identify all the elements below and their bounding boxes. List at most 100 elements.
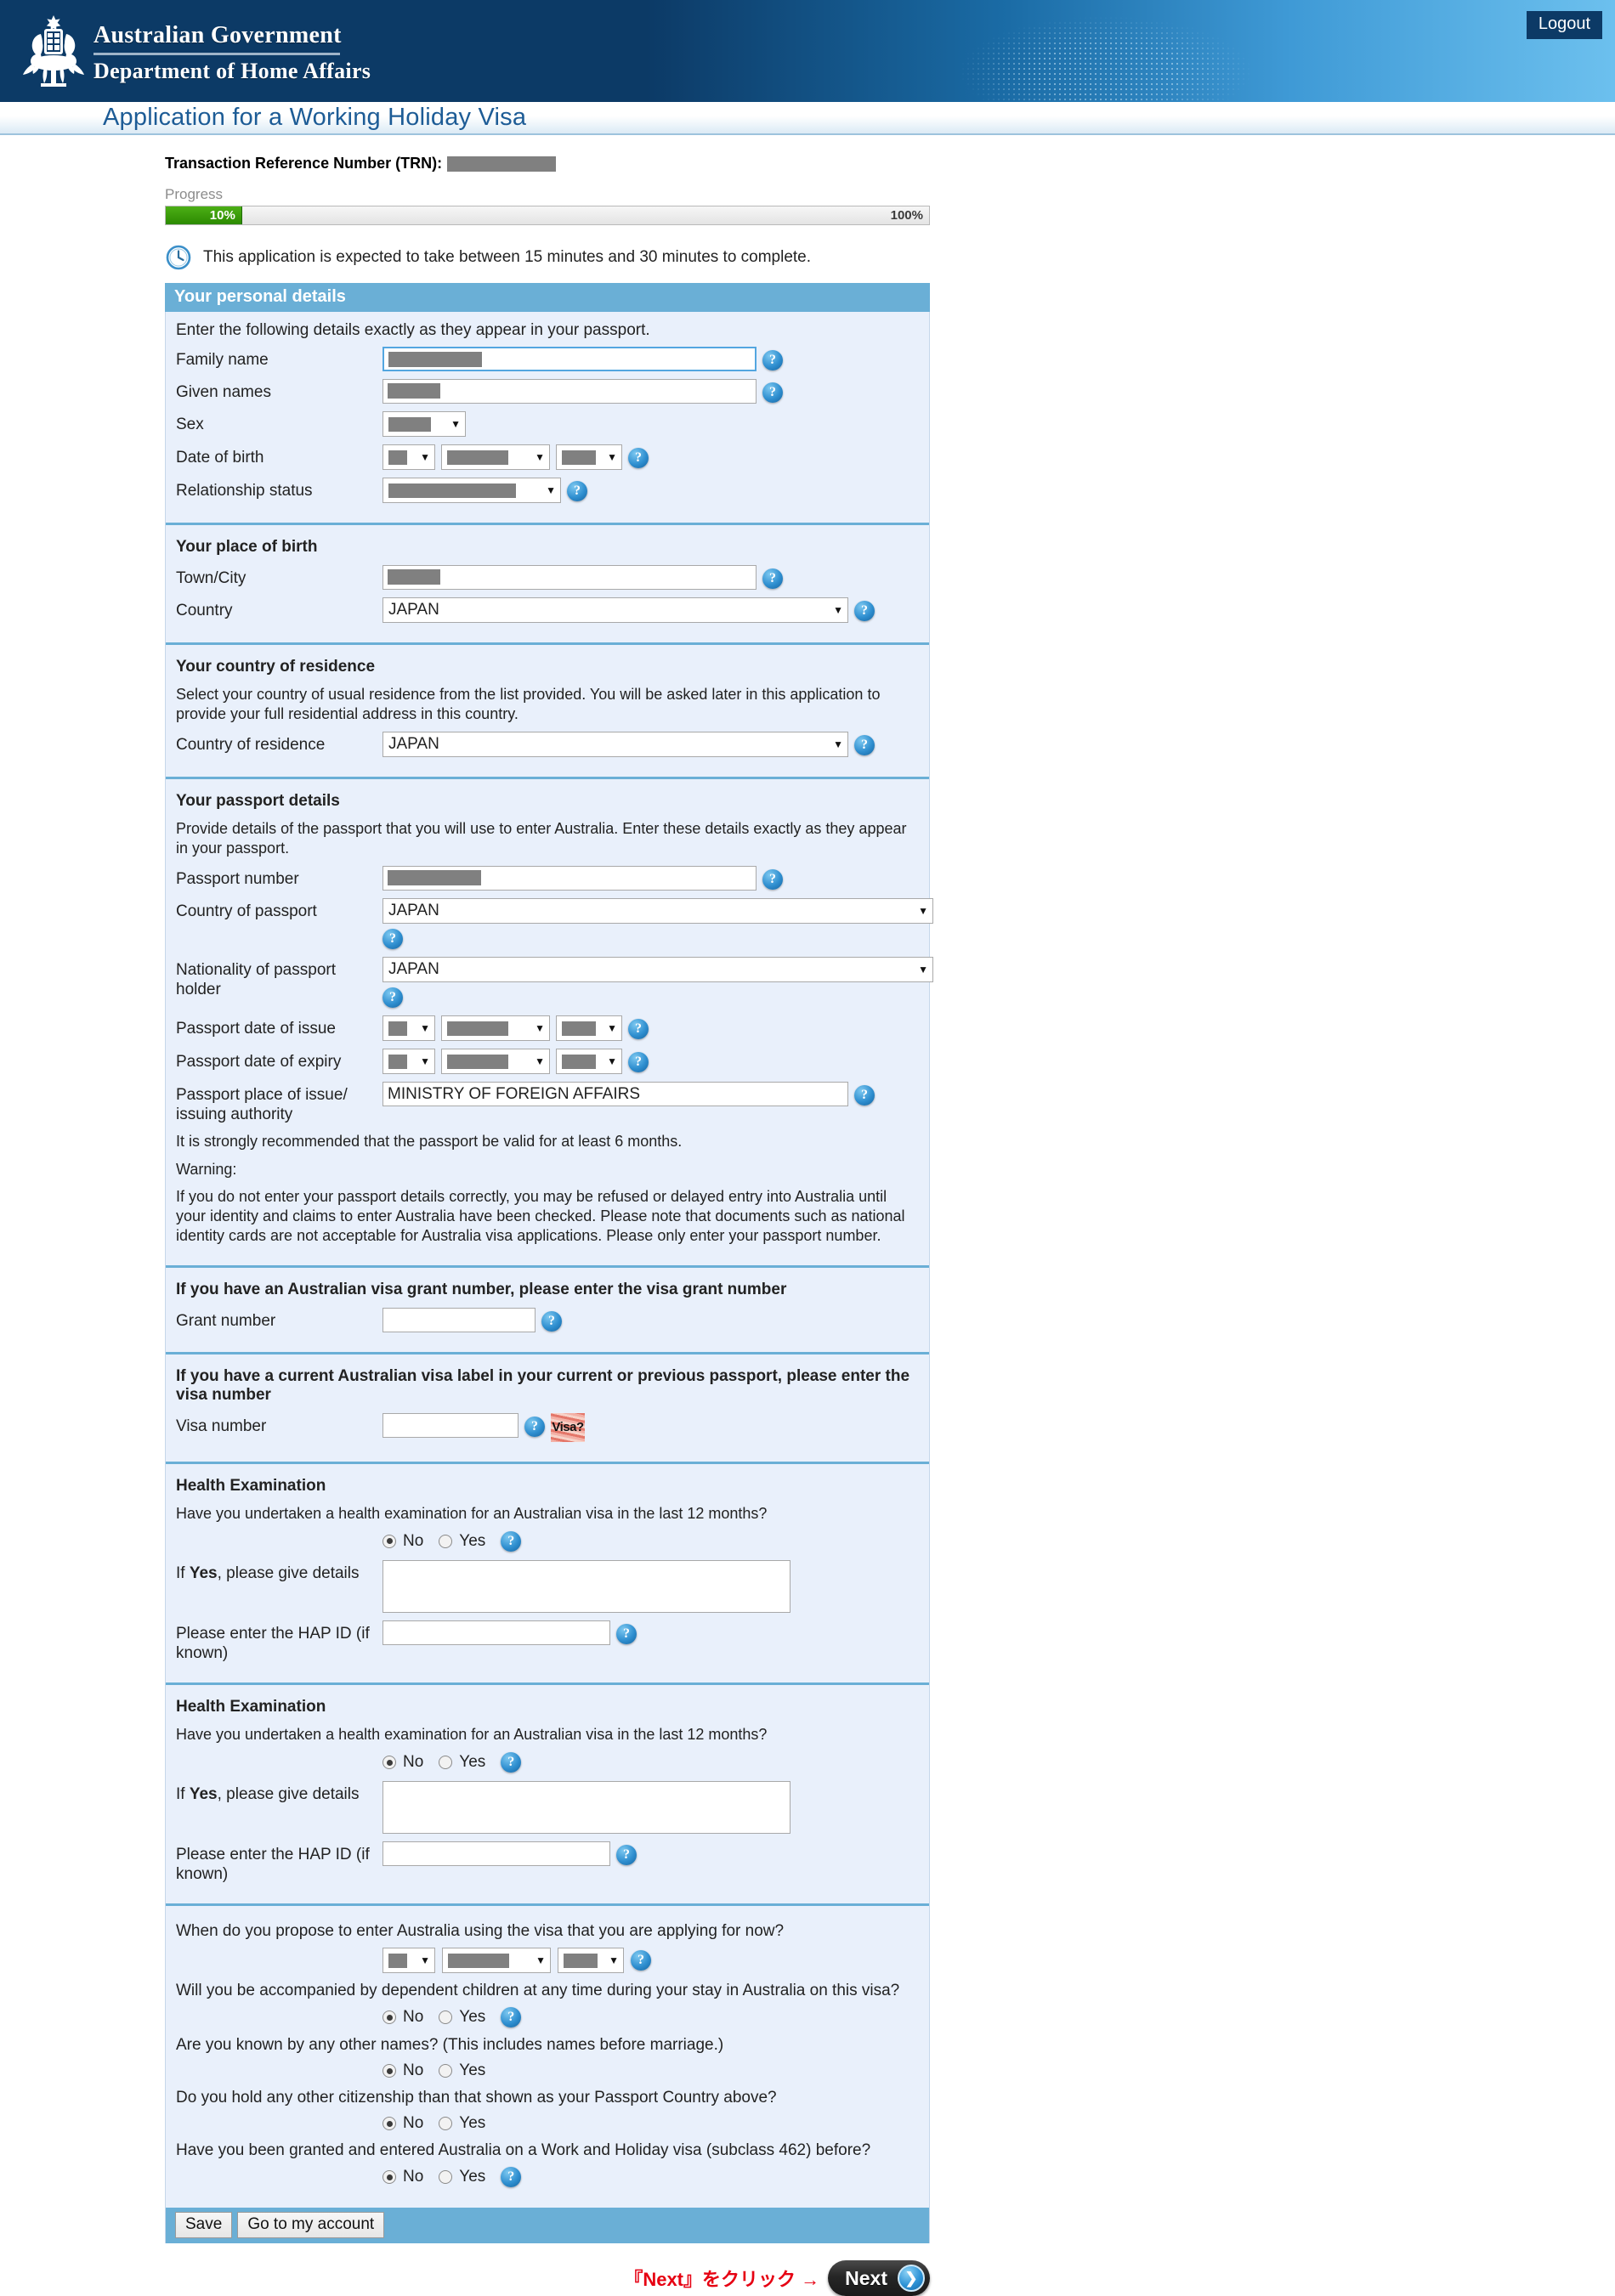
hap-id-input-1[interactable] bbox=[382, 1620, 610, 1645]
passport-place-of-issue-label: Passport place of issue/ issuing authori… bbox=[176, 1086, 348, 1124]
hap-id-label-2: Please enter the HAP ID (if known) bbox=[176, 1846, 370, 1884]
help-icon-passport-date-of-issue[interactable]: ? bbox=[628, 1019, 649, 1040]
passport-place-of-issue-input[interactable] bbox=[382, 1082, 848, 1107]
passport-date-of-expiry-label: Passport date of expiry bbox=[176, 1053, 342, 1072]
help-icon-family-name[interactable]: ? bbox=[762, 350, 783, 370]
radio-no-previous-462-visa[interactable] bbox=[382, 2170, 396, 2185]
radio-no-other-citizenship[interactable] bbox=[382, 2117, 396, 2131]
help-icon-hap-id-2[interactable]: ? bbox=[616, 1845, 637, 1866]
fieldset-place-of-birth: Your place of birth Town/City ? Country bbox=[166, 523, 929, 642]
logout-button[interactable]: Logout bbox=[1526, 11, 1602, 39]
help-icon-visa-number[interactable]: ? bbox=[524, 1416, 545, 1437]
dob-day-select[interactable]: ▼ bbox=[382, 444, 435, 470]
agency-name-line2: Department of Home Affairs bbox=[94, 59, 371, 83]
help-icon-hap-id-1[interactable]: ? bbox=[616, 1623, 637, 1644]
next-button[interactable]: Next ❯ bbox=[828, 2260, 930, 2296]
issue-day-value-redacted bbox=[388, 1021, 407, 1036]
health-radio-yes-1[interactable] bbox=[439, 1534, 453, 1548]
question-other-citizenship: Do you hold any other citizenship than t… bbox=[176, 2089, 777, 2107]
sex-label: Sex bbox=[176, 416, 204, 433]
health-radio-yes-label-1: Yes bbox=[459, 1531, 486, 1550]
help-icon-given-names[interactable]: ? bbox=[762, 382, 783, 403]
radio-no-dependent-children[interactable] bbox=[382, 2010, 396, 2025]
fieldset-visa-label-number: If you have a current Australian visa la… bbox=[166, 1351, 929, 1462]
page-body: Transaction Reference Number (TRN): Prog… bbox=[0, 155, 1615, 2296]
australian-coat-of-arms-icon bbox=[23, 15, 84, 87]
health-details-textarea-1[interactable] bbox=[382, 1559, 790, 1613]
help-icon-grant-number[interactable]: ? bbox=[541, 1310, 562, 1332]
site-masthead: Australian Government Department of Home… bbox=[0, 0, 1615, 102]
nationality-value: JAPAN bbox=[388, 960, 439, 979]
help-icon-proposed-entry[interactable]: ? bbox=[631, 1950, 651, 1971]
help-icon-country-of-passport[interactable]: ? bbox=[382, 929, 403, 950]
given-names-input[interactable] bbox=[382, 379, 756, 404]
family-name-input[interactable] bbox=[382, 347, 756, 371]
trn-label: Transaction Reference Number (TRN): bbox=[165, 155, 443, 172]
dob-month-select[interactable]: ▼ bbox=[441, 444, 550, 470]
visa-label-sample-image[interactable]: Visa? bbox=[551, 1412, 585, 1442]
town-city-input[interactable] bbox=[382, 565, 756, 590]
sex-select[interactable]: ▼ bbox=[382, 411, 466, 437]
fieldset-final-questions: When do you propose to enter Australia u… bbox=[166, 1903, 929, 2203]
radio-yes-other-names[interactable] bbox=[439, 2064, 453, 2078]
relationship-status-label: Relationship status bbox=[176, 482, 313, 500]
issue-month-select[interactable]: ▼ bbox=[441, 1015, 550, 1042]
help-icon-relationship-status[interactable]: ? bbox=[567, 481, 587, 501]
field-row-date-of-birth: Date of birth ▼ ▼ ▼ ? bbox=[176, 444, 919, 470]
chevron-down-icon: ▼ bbox=[833, 738, 843, 751]
field-row-family-name: Family name ? bbox=[176, 347, 919, 371]
fieldset-health-examination-2: Health Examination Have you undertaken a… bbox=[166, 1682, 929, 1903]
health-details-textarea-2[interactable] bbox=[382, 1781, 790, 1835]
issue-day-select[interactable]: ▼ bbox=[382, 1015, 435, 1042]
health-radio-yes-2[interactable] bbox=[439, 1756, 453, 1770]
help-icon-dependent-children[interactable]: ? bbox=[501, 2007, 522, 2028]
help-icon-previous-462-visa[interactable]: ? bbox=[501, 2167, 522, 2188]
entry-day-select[interactable]: ▼ bbox=[382, 1948, 435, 1974]
entry-month-select[interactable]: ▼ bbox=[442, 1948, 551, 1974]
grant-number-input[interactable] bbox=[382, 1307, 536, 1332]
health-details-label-1: If Yes, please give details bbox=[176, 1564, 360, 1582]
expiry-month-select[interactable]: ▼ bbox=[441, 1049, 550, 1075]
help-icon-birth-country[interactable]: ? bbox=[854, 601, 875, 621]
arrow-right-icon: ❯ bbox=[898, 2265, 925, 2293]
field-row-birth-country: Country JAPAN ▼ ? bbox=[176, 597, 919, 623]
radio-no-other-names[interactable] bbox=[382, 2064, 396, 2078]
radio-yes-previous-462-visa[interactable] bbox=[439, 2170, 453, 2185]
hap-id-input-2[interactable] bbox=[382, 1841, 610, 1867]
chevron-down-icon: ▼ bbox=[535, 1022, 545, 1035]
passport-number-input[interactable] bbox=[382, 866, 756, 891]
relationship-status-select[interactable]: ▼ bbox=[382, 478, 561, 503]
radio-yes-dependent-children[interactable] bbox=[439, 2010, 453, 2025]
question-previous-462-visa: Have you been granted and entered Austra… bbox=[176, 2141, 871, 2160]
nationality-select[interactable]: JAPAN ▼ bbox=[382, 957, 933, 983]
health-radio-no-2[interactable] bbox=[382, 1756, 396, 1770]
country-of-passport-select[interactable]: JAPAN ▼ bbox=[382, 898, 933, 925]
help-icon-passport-number[interactable]: ? bbox=[762, 869, 783, 891]
help-icon-passport-place-of-issue[interactable]: ? bbox=[854, 1085, 875, 1106]
passport-warning-title: Warning: bbox=[176, 1160, 237, 1178]
expiry-year-select[interactable]: ▼ bbox=[556, 1049, 622, 1075]
help-icon-nationality[interactable]: ? bbox=[382, 987, 403, 1009]
help-icon-passport-date-of-expiry[interactable]: ? bbox=[628, 1052, 649, 1073]
health-heading-2: Health Examination bbox=[176, 1698, 326, 1716]
health-radio-no-1[interactable] bbox=[382, 1534, 396, 1548]
chevron-down-icon: ▼ bbox=[918, 964, 928, 976]
save-button[interactable]: Save bbox=[175, 2212, 233, 2239]
section-header-personal-details: Your personal details bbox=[165, 283, 930, 312]
help-icon-date-of-birth[interactable]: ? bbox=[628, 448, 649, 468]
expiry-day-select[interactable]: ▼ bbox=[382, 1049, 435, 1075]
field-row-hap-id-2: Please enter the HAP ID (if known) ? bbox=[176, 1841, 919, 1884]
country-of-residence-select[interactable]: JAPAN ▼ bbox=[382, 732, 848, 758]
issue-year-select[interactable]: ▼ bbox=[556, 1015, 622, 1042]
progress-label: Progress bbox=[165, 186, 224, 202]
help-icon-country-of-residence[interactable]: ? bbox=[854, 735, 875, 756]
help-icon-town-city[interactable]: ? bbox=[762, 568, 783, 589]
entry-year-select[interactable]: ▼ bbox=[558, 1948, 624, 1974]
help-icon-health-2[interactable]: ? bbox=[501, 1752, 522, 1773]
radio-yes-other-citizenship[interactable] bbox=[439, 2117, 453, 2131]
dob-year-select[interactable]: ▼ bbox=[556, 444, 622, 470]
help-icon-health-1[interactable]: ? bbox=[501, 1530, 522, 1552]
birth-country-select[interactable]: JAPAN ▼ bbox=[382, 597, 848, 623]
go-to-my-account-button[interactable]: Go to my account bbox=[237, 2212, 385, 2239]
visa-number-input[interactable] bbox=[382, 1412, 518, 1438]
